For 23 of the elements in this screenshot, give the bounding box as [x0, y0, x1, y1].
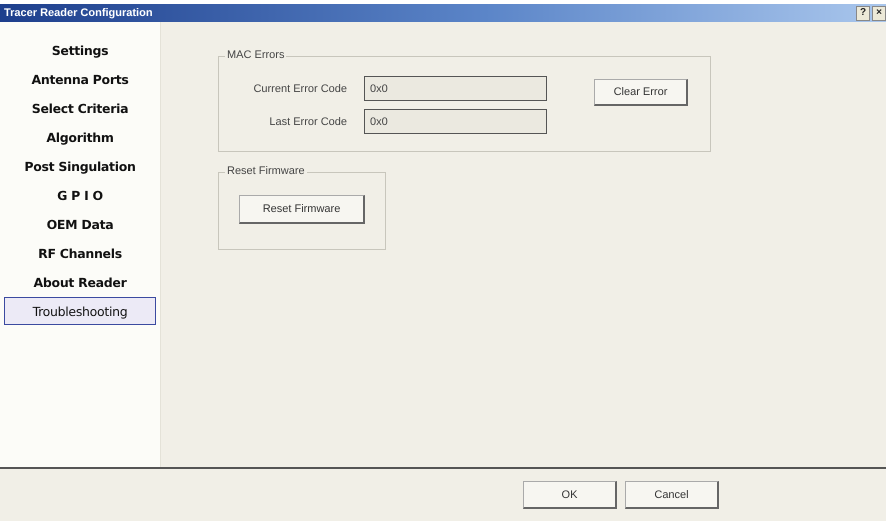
sidebar-item[interactable]: Post Singulation — [4, 152, 156, 180]
field-label: Current Error Code — [252, 82, 347, 94]
ok-button[interactable]: OK — [523, 481, 617, 509]
help-button[interactable]: ? — [856, 6, 870, 20]
group-title: MAC Errors — [225, 49, 286, 61]
window-title: Tracer Reader Configuration — [4, 7, 153, 19]
reset-firmware-button[interactable]: Reset Firmware — [239, 195, 365, 224]
cancel-button[interactable]: Cancel — [625, 481, 719, 509]
group-title: Reset Firmware — [225, 165, 307, 177]
error-code-field[interactable]: 0x0 — [364, 109, 547, 134]
sidebar-item[interactable]: OEM Data — [4, 210, 156, 238]
sidebar-item[interactable]: Antenna Ports — [4, 65, 156, 93]
clear-error-button[interactable]: Clear Error — [594, 79, 688, 106]
sidebar-item[interactable]: G P I O — [4, 181, 156, 209]
sidebar-item[interactable]: About Reader — [4, 268, 156, 296]
sidebar-item[interactable]: Algorithm — [4, 123, 156, 151]
sidebar-item[interactable]: Select Criteria — [4, 94, 156, 122]
field-label: Last Error Code — [268, 116, 347, 128]
close-button[interactable]: × — [872, 6, 886, 20]
sidebar-item[interactable]: Troubleshooting — [4, 297, 156, 325]
sidebar-item[interactable]: Settings — [4, 36, 156, 64]
sidebar-item[interactable]: RF Channels — [4, 239, 156, 267]
error-code-field[interactable]: 0x0 — [364, 76, 547, 101]
